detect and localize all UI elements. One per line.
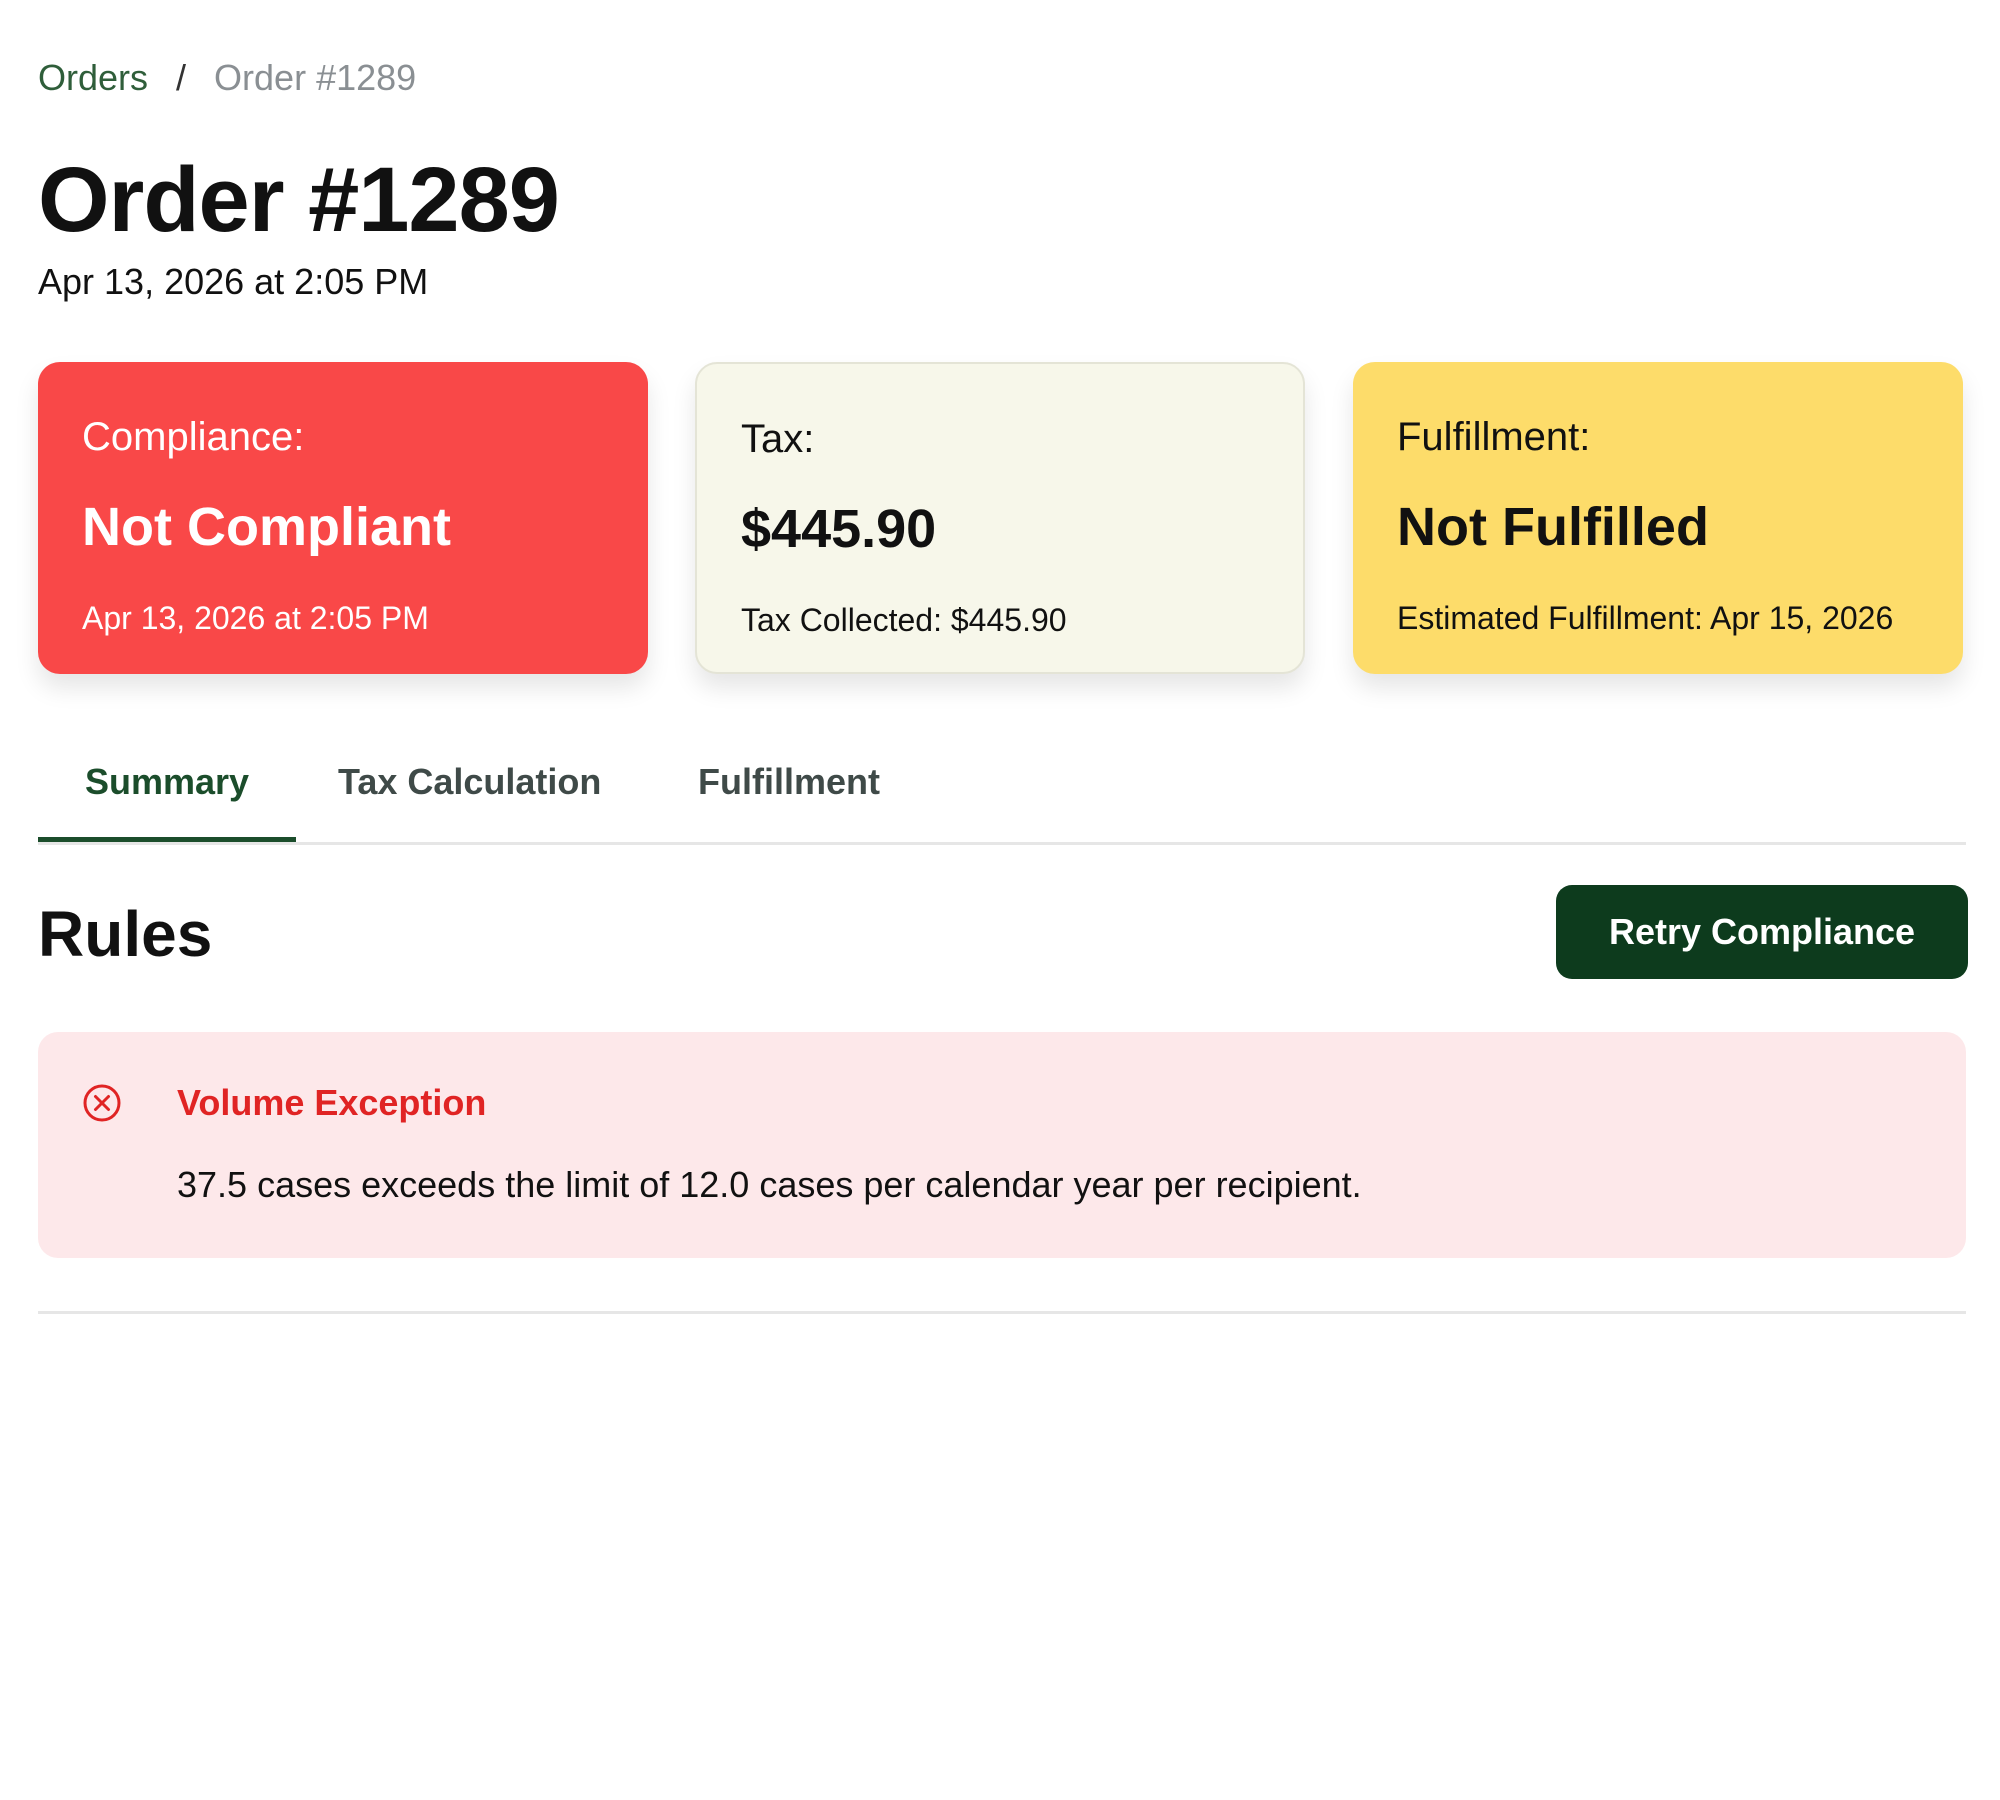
tax-card: Tax: $445.90 Tax Collected: $445.90	[695, 362, 1305, 674]
fulfillment-card-detail: Estimated Fulfillment: Apr 15, 2026	[1397, 600, 1894, 636]
breadcrumb-current: Order #1289	[214, 57, 417, 98]
rule-alert-message: 37.5 cases exceeds the limit of 12.0 cas…	[177, 1164, 1362, 1205]
rule-alert: Volume Exception 37.5 cases exceeds the …	[38, 1032, 1966, 1258]
retry-compliance-button[interactable]: Retry Compliance	[1556, 885, 1968, 979]
breadcrumb: Orders / Order #1289	[38, 54, 416, 102]
rules-heading: Rules	[38, 898, 213, 970]
fulfillment-card-value: Not Fulfilled	[1397, 497, 1709, 557]
page-title: Order #1289	[38, 149, 560, 251]
tab-fulfillment[interactable]: Fulfillment	[698, 750, 880, 842]
compliance-card-value: Not Compliant	[82, 497, 451, 557]
order-timestamp: Apr 13, 2026 at 2:05 PM	[38, 261, 429, 302]
breadcrumb-orders-link[interactable]: Orders	[38, 57, 148, 98]
error-circle-x-icon	[82, 1083, 122, 1123]
fulfillment-card-label: Fulfillment:	[1397, 415, 1591, 459]
tab-tax-calculation[interactable]: Tax Calculation	[338, 750, 601, 842]
section-divider	[38, 1311, 1966, 1314]
tab-summary[interactable]: Summary	[38, 750, 296, 842]
tax-card-label: Tax:	[741, 417, 815, 461]
compliance-card: Compliance: Not Compliant Apr 13, 2026 a…	[38, 362, 648, 674]
compliance-card-detail: Apr 13, 2026 at 2:05 PM	[82, 600, 429, 636]
tax-card-detail: Tax Collected: $445.90	[741, 602, 1067, 638]
tab-bar: Summary Tax Calculation Fulfillment	[38, 750, 1966, 845]
tax-card-value: $445.90	[741, 499, 937, 559]
fulfillment-card: Fulfillment: Not Fulfilled Estimated Ful…	[1353, 362, 1963, 674]
status-cards: Compliance: Not Compliant Apr 13, 2026 a…	[38, 362, 1966, 674]
breadcrumb-separator: /	[176, 57, 187, 98]
compliance-card-label: Compliance:	[82, 415, 305, 459]
rule-alert-title: Volume Exception	[177, 1082, 487, 1123]
